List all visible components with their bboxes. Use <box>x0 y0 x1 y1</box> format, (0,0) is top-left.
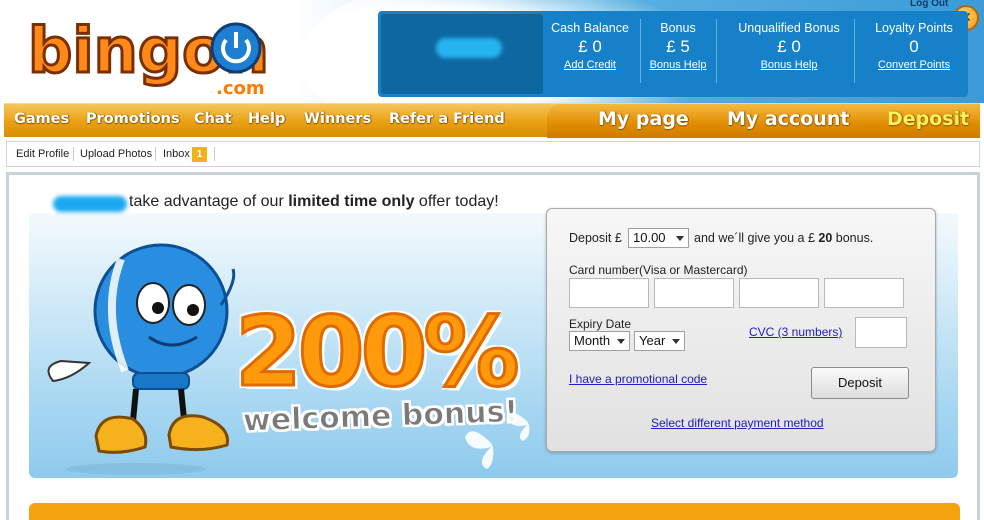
bonus-offer-amount: 20 <box>818 231 833 245</box>
unqualified-bonus-help-link[interactable]: Bonus Help <box>722 59 856 71</box>
chevron-down-icon <box>676 236 684 241</box>
divider <box>214 147 215 161</box>
stat-label: Bonus <box>660 21 696 35</box>
expiry-date-label: Expiry Date <box>569 317 632 331</box>
card-number-field-1[interactable] <box>569 278 649 308</box>
deposit-amount-select[interactable]: 10.00 <box>628 228 689 248</box>
headline-end: offer today! <box>414 193 499 210</box>
cvc-field[interactable] <box>855 317 907 348</box>
card-number-field-3[interactable] <box>739 278 819 308</box>
stat-label: Cash Balance <box>551 21 629 35</box>
nav-promotions[interactable]: Promotions <box>86 111 180 127</box>
headline-bold: limited time only <box>288 193 415 210</box>
bonus-help-link[interactable]: Bonus Help <box>640 59 716 71</box>
username-box <box>381 14 543 94</box>
divider <box>73 147 74 161</box>
bonus-offer-post: bonus. <box>835 231 874 245</box>
nav-deposit[interactable]: Deposit <box>887 108 969 130</box>
divider <box>716 19 717 83</box>
deposit-amount-label: Deposit £ <box>569 231 622 245</box>
inbox-count-badge: 1 <box>192 147 207 162</box>
butterfly-decoration <box>465 412 530 469</box>
stat-value: 0 <box>909 37 919 56</box>
chevron-down-icon <box>672 339 680 344</box>
header: bingon .com Log Out ✕ Cash Balance £ 0 A… <box>0 0 984 150</box>
expiry-year-value: Year <box>639 333 666 348</box>
nav-games[interactable]: Games <box>14 111 69 127</box>
loyalty-points-stat: Loyalty Points 0 Convert Points <box>860 21 968 71</box>
card-number-field-2[interactable] <box>654 278 734 308</box>
stat-value: £ 0 <box>578 37 602 56</box>
promotional-code-link[interactable]: I have a promotional code <box>569 372 707 386</box>
edit-profile-link[interactable]: Edit Profile <box>16 148 69 160</box>
mascot-ball-illustration <box>47 243 236 475</box>
bonus-offer-text: and we´ll give you a £ 20 bonus. <box>694 231 873 245</box>
nav-my-page[interactable]: My page <box>598 108 689 130</box>
inbox-link[interactable]: Inbox <box>163 148 190 160</box>
expiry-year-select[interactable]: Year <box>634 331 685 351</box>
upload-photos-link[interactable]: Upload Photos <box>80 148 152 160</box>
promo-headline: take advantage of our limited time only … <box>53 193 499 211</box>
card-number-label: Card number(Visa or Mastercard) <box>569 263 748 277</box>
bonus-offer-pre: and we´ll give you a £ <box>694 231 815 245</box>
stat-label: Unqualified Bonus <box>738 21 840 35</box>
page: bingon .com Log Out ✕ Cash Balance £ 0 A… <box>0 0 984 520</box>
expiry-month-value: Month <box>574 333 611 348</box>
nav-winners[interactable]: Winners <box>304 111 371 127</box>
stat-value: £ 5 <box>666 37 690 56</box>
main-nav: Games Promotions Chat Help Winners Refer… <box>4 103 980 138</box>
logo-domain: .com <box>216 78 265 98</box>
divider <box>155 147 156 161</box>
bonus-stat: Bonus £ 5 Bonus Help <box>640 21 716 71</box>
stat-value: £ 0 <box>777 37 801 56</box>
nav-account-section: My page My account Deposit <box>547 104 980 138</box>
divider <box>854 19 855 83</box>
headline-text: take advantage of our <box>129 193 289 210</box>
deposit-amount-value: 10.00 <box>633 230 666 245</box>
account-summary-panel: Cash Balance £ 0 Add Credit Bonus £ 5 Bo… <box>378 11 968 97</box>
stat-label: Loyalty Points <box>875 21 953 35</box>
nav-my-account[interactable]: My account <box>727 108 849 130</box>
bonus-percent-text: 200% <box>234 295 522 410</box>
nav-chat[interactable]: Chat <box>194 111 232 127</box>
deposit-button[interactable]: Deposit <box>811 367 909 399</box>
main-content: 200% welcome bonus! take advantage of ou… <box>6 172 980 520</box>
username-redacted <box>436 38 502 58</box>
nav-help[interactable]: Help <box>248 111 285 127</box>
cash-balance-stat: Cash Balance £ 0 Add Credit <box>546 21 634 71</box>
unqualified-bonus-stat: Unqualified Bonus £ 0 Bonus Help <box>722 21 856 71</box>
bingon-logo[interactable]: bingon .com <box>26 10 296 99</box>
expiry-month-select[interactable]: Month <box>569 331 630 351</box>
profile-subnav: Edit Profile Upload Photos Inbox 1 <box>6 141 980 167</box>
section-header-bar <box>29 503 960 520</box>
convert-points-link[interactable]: Convert Points <box>860 59 968 71</box>
cvc-help-link[interactable]: CVC (3 numbers) <box>749 325 842 339</box>
add-credit-link[interactable]: Add Credit <box>546 59 634 71</box>
card-number-field-4[interactable] <box>824 278 904 308</box>
logout-link[interactable]: Log Out <box>910 0 948 9</box>
select-payment-method-link[interactable]: Select different payment method <box>651 416 824 430</box>
quick-deposit-form: Deposit £ 10.00 and we´ll give you a £ 2… <box>546 208 936 452</box>
nav-refer-a-friend[interactable]: Refer a Friend <box>389 111 505 127</box>
chevron-down-icon <box>617 339 625 344</box>
